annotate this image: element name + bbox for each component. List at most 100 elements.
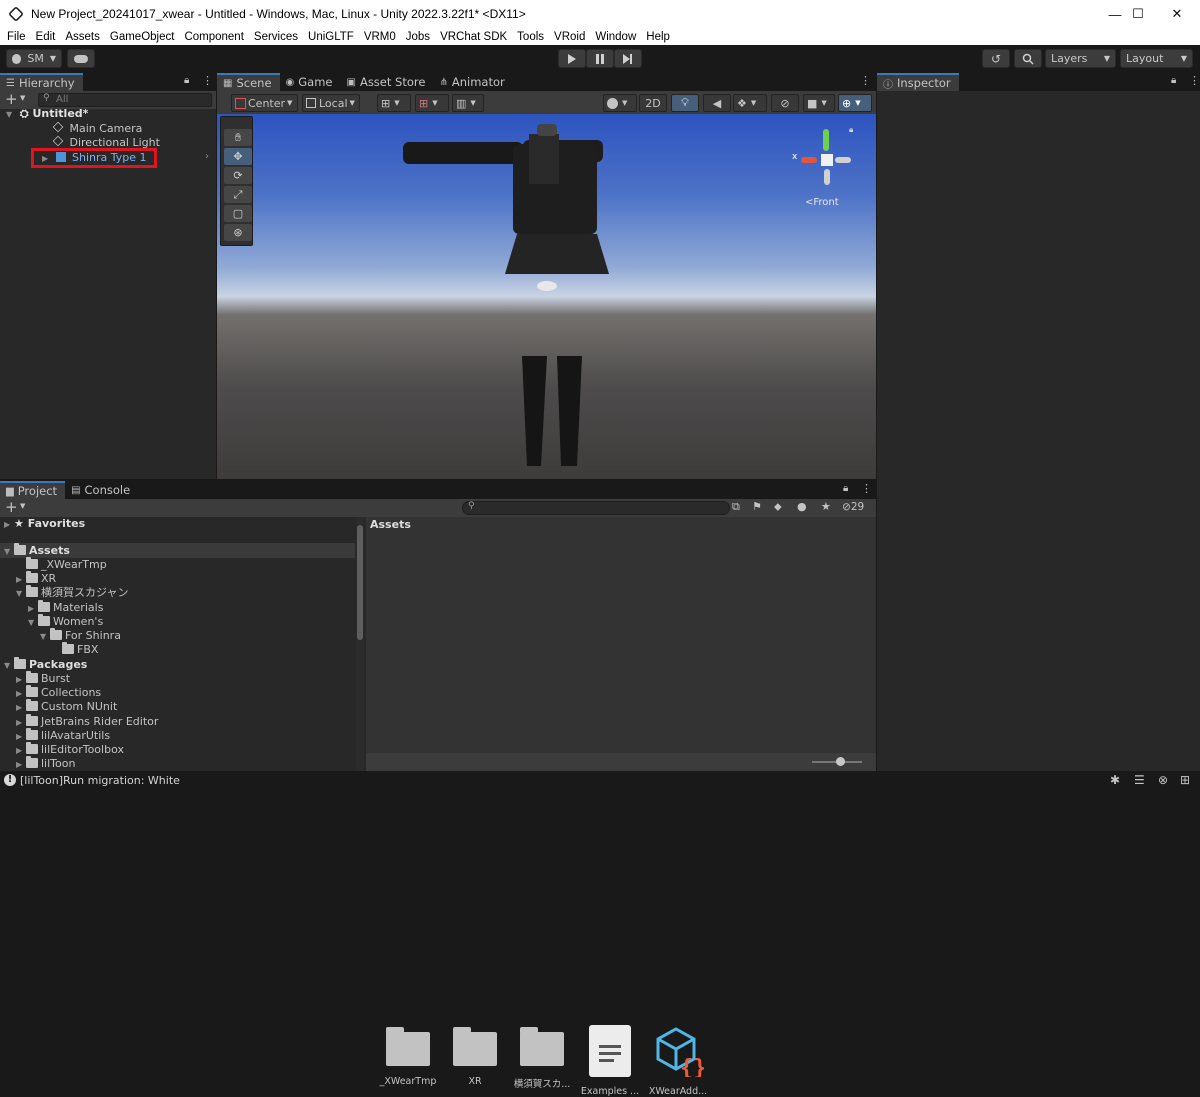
menu-gameobject[interactable]: GameObject (105, 31, 180, 43)
project-tree-item[interactable]: ▶ XR (16, 571, 56, 587)
package-item[interactable]: ▶ Burst (16, 671, 70, 686)
pause-button[interactable] (586, 49, 614, 68)
kebab-menu-icon[interactable]: ⋮ (1189, 74, 1200, 87)
chevron-down-icon[interactable]: ▼ (20, 502, 25, 510)
lock-icon[interactable]: 🔒︎ (843, 483, 848, 494)
project-tree-item[interactable]: _XWearTmp (16, 557, 107, 572)
menu-vrm0[interactable]: VRM0 (359, 31, 401, 43)
tab-game[interactable]: ◉ Game (280, 73, 341, 91)
network-icon[interactable]: ⊗ (1158, 773, 1168, 787)
step-button[interactable] (614, 49, 642, 68)
menu-edit[interactable]: Edit (31, 31, 61, 43)
package-item[interactable]: ▶ Custom NUnit (16, 699, 117, 715)
menu-tools[interactable]: Tools (512, 31, 549, 43)
tab-animator[interactable]: ⋔ Animator (433, 73, 512, 91)
hidden-packages-toggle[interactable]: ⊘29 (842, 501, 864, 513)
scale-tool-button[interactable]: ⤢ (224, 186, 252, 203)
package-item[interactable]: ▶ lilToon (16, 756, 75, 771)
cache-icon[interactable]: ⊞ (1180, 773, 1190, 787)
expand-arrow-icon[interactable]: ▶ (28, 602, 38, 616)
increment-snap-dropdown[interactable]: ⊞ ▼ (415, 94, 449, 112)
chevron-right-icon[interactable]: › (205, 151, 209, 162)
audio-toggle[interactable]: ◀︎ (703, 94, 731, 112)
status-message[interactable]: [lilToon]Run migration: White (20, 774, 180, 787)
menu-window[interactable]: Window (590, 31, 641, 43)
tree-scroll-thumb[interactable] (357, 525, 363, 640)
add-icon[interactable]: + (5, 498, 18, 516)
scene-viewport[interactable]: ✋︎ ✥ ⟳ ⤢ ▢ ⊛ 🔒︎ x <Front (217, 114, 876, 479)
package-item[interactable]: ▶ Collections (16, 685, 101, 700)
tab-console[interactable]: ▤ Console (65, 481, 138, 499)
scene-root[interactable]: ▼ ⛭ Untitled* (6, 107, 88, 121)
menu-file[interactable]: File (2, 31, 31, 43)
expand-arrow-icon[interactable]: ▼ (28, 616, 38, 630)
asset-item-sukajan[interactable]: 横須賀スカ... (510, 1025, 574, 1090)
lock-icon[interactable]: 🔒︎ (849, 125, 853, 135)
gizmos-dropdown[interactable]: ⊕ ▼ (838, 94, 872, 112)
rect-tool-button[interactable]: ▢ (224, 205, 252, 222)
project-search-input[interactable]: ⚲ (462, 501, 730, 515)
icon-size-slider[interactable] (812, 757, 862, 766)
menu-services[interactable]: Services (249, 31, 303, 43)
filter-label-icon[interactable]: ⬥ (774, 500, 782, 514)
ruler-dropdown[interactable]: ▥ ▼ (452, 94, 484, 112)
account-dropdown[interactable]: SM ▼ (6, 49, 62, 68)
kebab-menu-icon[interactable]: ⋮ (202, 74, 213, 87)
visibility-toggle[interactable]: ⊘ (771, 94, 799, 112)
expand-arrow-icon[interactable]: ▶ (16, 573, 26, 587)
grid-snap-dropdown[interactable]: ⊞ ▼ (377, 94, 411, 112)
camera-dropdown[interactable]: ■ ▼ (803, 94, 835, 112)
hand-tool-button[interactable]: ✋︎ (224, 129, 252, 146)
effects-dropdown[interactable]: ❖ ▼ (733, 94, 767, 112)
expand-arrow-icon[interactable]: ▼ (6, 108, 16, 122)
expand-arrow-icon[interactable]: ▶ (16, 730, 26, 744)
orientation-gizmo[interactable]: 🔒︎ x <Front (789, 119, 869, 209)
menu-vrchat-sdk[interactable]: VRChat SDK (435, 31, 512, 43)
favorites-node[interactable]: ▶ ★ Favorites (4, 517, 85, 531)
move-tool-button[interactable]: ✥ (224, 148, 252, 165)
asset-item-xr[interactable]: XR (443, 1025, 507, 1087)
hierarchy-search-input[interactable]: ⚲ All (38, 93, 212, 107)
close-button[interactable]: ✕ (1154, 0, 1200, 28)
project-tree-item[interactable]: ▼ 横須賀スカジャン (16, 585, 128, 601)
expand-arrow-icon[interactable]: ▶ (16, 701, 26, 715)
rotate-tool-button[interactable]: ⟳ (224, 167, 252, 184)
layers-dropdown[interactable]: Layers ▼ (1045, 49, 1116, 68)
assets-breadcrumb[interactable]: Assets (370, 518, 411, 531)
play-button[interactable] (558, 49, 586, 68)
project-tree-item[interactable]: ▶ Materials (28, 599, 103, 616)
error-filter-icon[interactable]: ● (797, 500, 807, 513)
hierarchy-item-main-camera[interactable]: Main Camera (52, 121, 142, 136)
shading-dropdown[interactable]: ▼ (603, 94, 637, 112)
pivot-dropdown[interactable]: Center ▼ (231, 94, 298, 112)
filter-type-icon[interactable]: ⚑ (752, 500, 762, 513)
package-item[interactable]: ▶ lilEditorToolbox (16, 742, 124, 758)
project-tree-item[interactable]: FBX (52, 642, 98, 657)
menu-jobs[interactable]: Jobs (401, 31, 435, 43)
package-item[interactable]: ▶ lilAvatarUtils (16, 727, 110, 744)
lock-icon[interactable]: 🔒︎ (1171, 75, 1176, 86)
space-dropdown[interactable]: Local ▼ (302, 94, 360, 112)
expand-arrow-icon[interactable]: ▶ (16, 758, 26, 771)
cloud-button[interactable] (67, 49, 95, 68)
package-item[interactable]: ▶ JetBrains Rider Editor (16, 713, 158, 729)
tab-asset-store[interactable]: ▣ Asset Store (341, 73, 434, 91)
tab-scene[interactable]: ▦ Scene (217, 73, 280, 91)
expand-arrow-icon[interactable]: ▼ (16, 587, 26, 601)
project-tree-item[interactable]: ▼ For Shinra (40, 628, 121, 643)
transform-tool-button[interactable]: ⊛ (224, 224, 252, 241)
tab-hierarchy[interactable]: ☰ Hierarchy (0, 73, 83, 91)
menu-help[interactable]: Help (641, 31, 675, 43)
search-by-type-icon[interactable]: ⧉ (732, 500, 740, 514)
tree-scrollbar[interactable] (356, 517, 364, 771)
project-tree-item[interactable]: ▼ Women's (28, 613, 103, 630)
bug-icon[interactable]: ✱ (1110, 773, 1120, 787)
assets-node-label[interactable]: ▼ Assets (4, 543, 70, 558)
menu-unigltf[interactable]: UniGLTF (303, 31, 359, 43)
menu-component[interactable]: Component (179, 31, 248, 43)
expand-arrow-icon[interactable]: ▶ (16, 744, 26, 758)
stack-icon[interactable]: ☰ (1134, 773, 1145, 787)
history-button[interactable]: ↺ (982, 49, 1010, 68)
favorite-star-icon[interactable]: ★ (821, 500, 831, 513)
lighting-toggle[interactable]: 💡︎ (671, 94, 699, 112)
